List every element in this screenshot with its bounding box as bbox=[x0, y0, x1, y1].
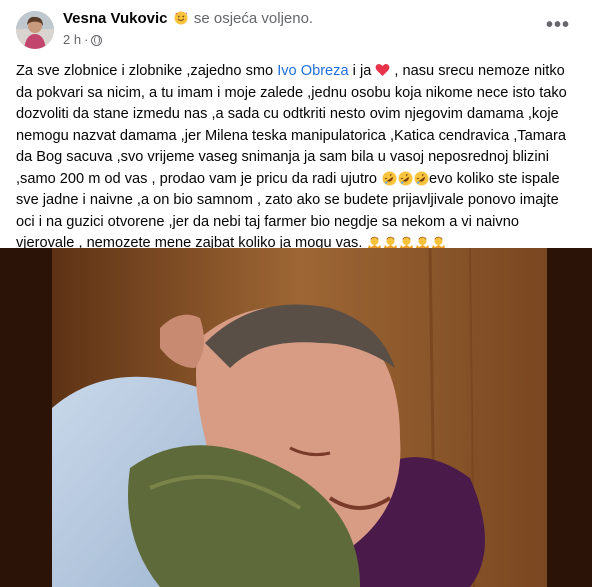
meta-separator: · bbox=[84, 32, 89, 47]
rolling-on-floor-laughing-icon bbox=[414, 171, 429, 186]
text-part-3: , nasu srecu nemoze nitko da pokvari sa … bbox=[16, 63, 567, 187]
post-text: Za sve zlobnice i zlobnike ,zajedno smo … bbox=[16, 61, 578, 255]
more-options-button[interactable]: ••• bbox=[546, 15, 570, 35]
feeling-text: se osjeća voljeno. bbox=[193, 10, 314, 27]
post-time[interactable]: 2 h bbox=[63, 32, 81, 47]
text-part-1: Za sve zlobnice i zlobnike ,zajedno smo bbox=[16, 63, 278, 79]
text-part-2: i ja bbox=[348, 63, 376, 79]
post-meta: 2 h · bbox=[63, 32, 103, 47]
author-name[interactable]: Vesna Vukovic bbox=[63, 10, 168, 27]
red-heart-icon bbox=[375, 63, 390, 77]
mention-link[interactable]: Ivo Obreza bbox=[277, 63, 348, 79]
smiling-face-with-hearts-icon bbox=[174, 11, 188, 25]
post-photo[interactable] bbox=[0, 248, 592, 587]
author-line: Vesna Vukovic se osjeća voljeno. bbox=[63, 10, 313, 27]
rolling-on-floor-laughing-icon bbox=[382, 171, 397, 186]
author-avatar[interactable] bbox=[16, 11, 54, 49]
rolling-on-floor-laughing-icon bbox=[398, 171, 413, 186]
post-header: Vesna Vukovic se osjeća voljeno. 2 h · ••… bbox=[0, 0, 592, 56]
globe-icon[interactable] bbox=[91, 35, 103, 46]
facebook-post: Vesna Vukovic se osjeća voljeno. 2 h · ••… bbox=[0, 0, 592, 587]
